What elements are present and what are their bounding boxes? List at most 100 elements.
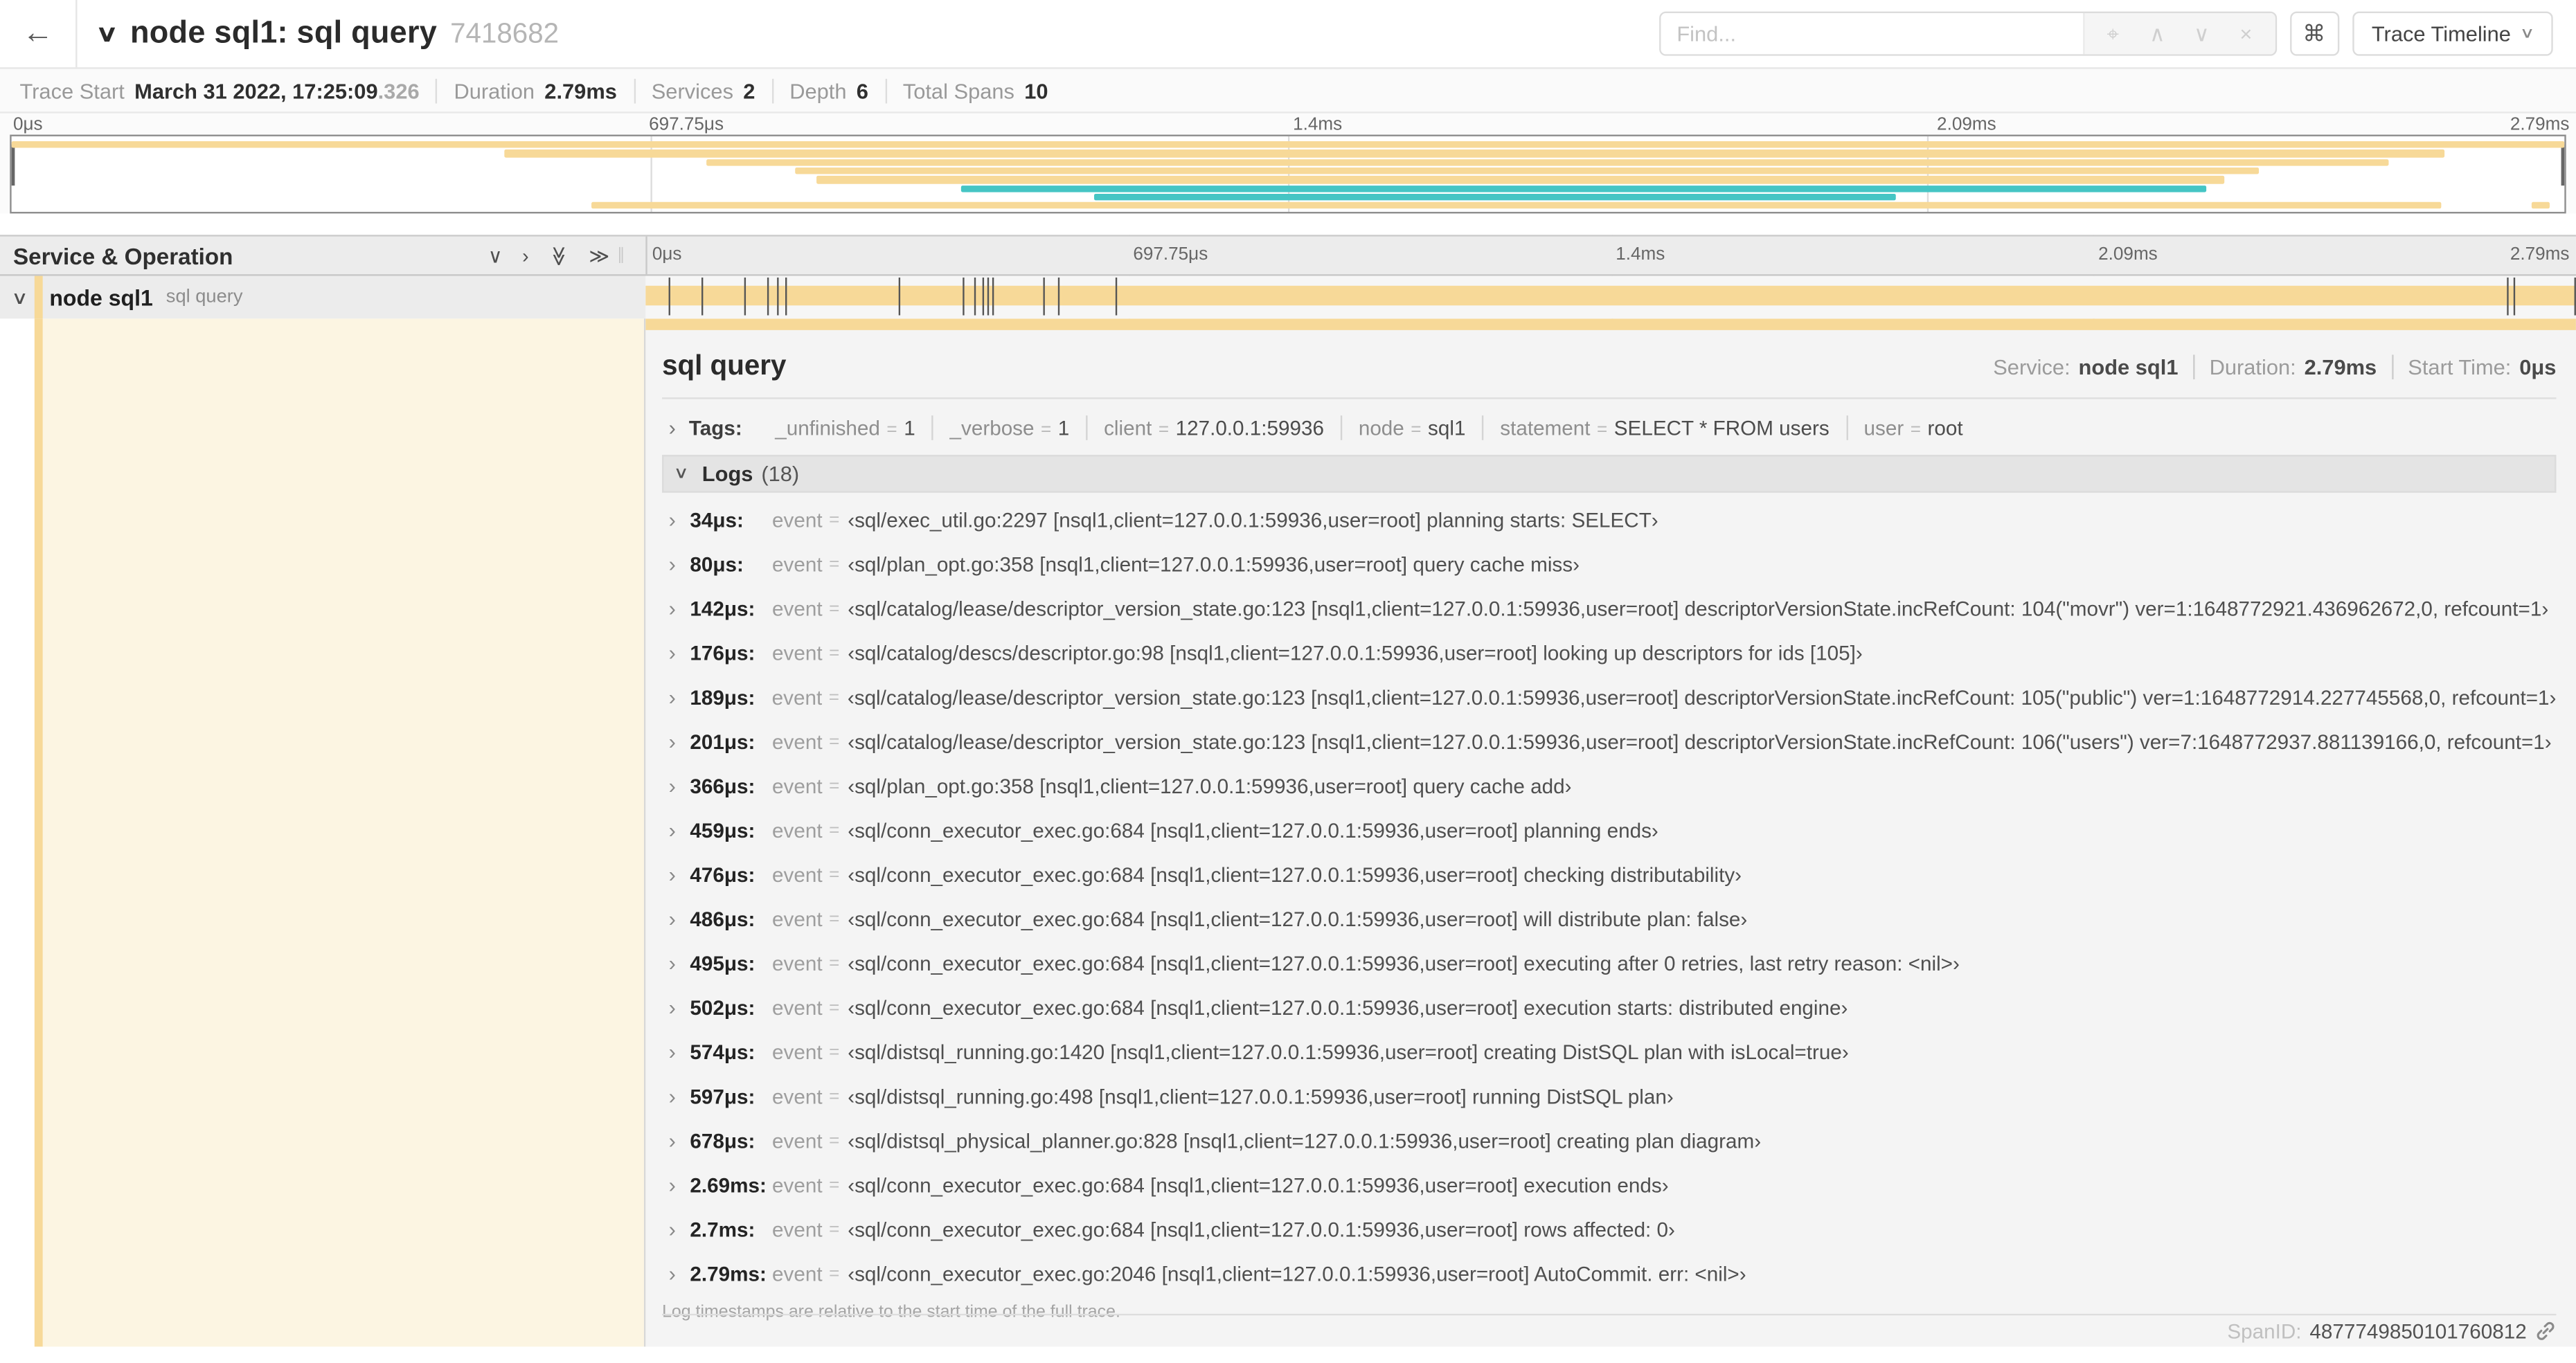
span-timeline-cell[interactable] (645, 276, 2576, 319)
search-input[interactable] (1660, 12, 2083, 55)
log-marker (776, 277, 778, 316)
summary-value: March 31 2022, 17:25:09 (134, 78, 378, 103)
collapse-all-icon[interactable]: ≫ (547, 245, 570, 266)
summary-label: Trace Start (19, 78, 125, 103)
span-detail-header: sql query Service: node sql1 Duration: 2.79… (662, 330, 2557, 399)
summary-label: Depth (789, 78, 847, 103)
log-entry[interactable]: › 597μs: event = ‹sql/distsql_running.go:498… (662, 1074, 2556, 1119)
log-timestamp: 2.79ms: (690, 1262, 767, 1285)
log-entry[interactable]: › 34μs: event = ‹sql/exec_util.go:2297 [nsql… (662, 498, 2556, 542)
tag-value: sql1 (1428, 416, 1466, 440)
span-collapse-icon[interactable]: ∨ (11, 287, 28, 307)
column-resizer[interactable]: ∥ (609, 246, 632, 264)
equals-sign: = (829, 642, 840, 663)
log-entry[interactable]: › 366μs: event = ‹sql/plan_opt.go:358 [nsql1… (662, 764, 2556, 808)
minimap-span-bar (2531, 202, 2550, 210)
chevron-right-icon: › (668, 862, 676, 887)
log-entry[interactable]: › 2.79ms: event = ‹sql/conn_executor_exec.go… (662, 1252, 2556, 1296)
equals-sign: = (829, 1175, 840, 1195)
log-entry[interactable]: › 459μs: event = ‹sql/conn_executor_exec.go:… (662, 808, 2556, 852)
column-divider (645, 236, 647, 275)
log-field-key: event (771, 685, 823, 709)
equals-sign: = (829, 1263, 840, 1284)
log-timestamp: 597μs: (690, 1084, 755, 1108)
chevron-right-icon: › (668, 1039, 676, 1065)
log-marker (2507, 277, 2509, 316)
logs-header[interactable]: ∨ Logs (18) (662, 455, 2557, 493)
back-button[interactable]: ← (0, 0, 78, 68)
chevron-right-icon: › (668, 640, 676, 665)
equals-sign: = (1411, 419, 1422, 440)
service-operation-header: Service & Operation ∨ › ≫ ≫ ∥ (0, 237, 645, 275)
tag-key: statement (1500, 416, 1591, 440)
log-entry[interactable]: › 2.69ms: event = ‹sql/conn_executor_exec.go… (662, 1163, 2556, 1207)
log-entry[interactable]: › 486μs: event = ‹sql/conn_executor_exec.go:… (662, 896, 2556, 941)
minimap-left-handle[interactable] (11, 144, 15, 186)
equals-sign: = (829, 554, 840, 575)
minimap-span-bar (504, 150, 2445, 158)
span-service-name: node sql1 (49, 285, 153, 310)
collapse-one-icon[interactable]: ∨ (488, 244, 503, 267)
trace-summary: Trace Start March 31 2022, 17:25:09.326 Du… (0, 69, 2576, 114)
chevron-right-icon: › (668, 773, 676, 798)
log-timestamp: 34μs: (690, 508, 744, 532)
log-marker (981, 277, 984, 316)
log-timestamp: 176μs: (690, 641, 755, 665)
equals-sign: = (828, 687, 839, 707)
view-options-dropdown[interactable]: Trace Timeline ∨ (2352, 11, 2553, 56)
tag-value: SELECT * FROM users (1613, 416, 1830, 440)
collapse-trace-icon[interactable]: ∨ (96, 19, 118, 47)
log-entry[interactable]: › 502μs: event = ‹sql/conn_executor_exec.go:… (662, 985, 2556, 1029)
log-entry[interactable]: › 80μs: event = ‹sql/plan_opt.go:358 [nsql1,… (662, 542, 2556, 586)
minimap-span-bar (11, 141, 2565, 149)
chevron-right-icon: › (668, 415, 676, 440)
log-entry[interactable]: › 2.7ms: event = ‹sql/conn_executor_exec.go:… (662, 1207, 2556, 1252)
log-field-value: ‹sql/catalog/lease/descriptor_version_st… (848, 730, 2552, 753)
log-marker (701, 277, 703, 316)
link-icon[interactable] (2535, 1320, 2557, 1342)
log-field-value: ‹sql/conn_executor_exec.go:684 [nsql1,cl… (848, 907, 1748, 930)
minimap-canvas[interactable] (10, 134, 2566, 214)
log-entry[interactable]: › 574μs: event = ‹sql/distsql_running.go:142… (662, 1029, 2556, 1074)
summary-item: Services 2 (633, 78, 772, 103)
chevron-down-icon: ∨ (2520, 24, 2536, 42)
log-entry[interactable]: › 142μs: event = ‹sql/catalog/lease/descript… (662, 586, 2556, 631)
log-entry[interactable]: › 201μs: event = ‹sql/catalog/lease/descript… (662, 719, 2556, 764)
next-result-icon[interactable]: ∨ (2179, 13, 2224, 54)
span-row[interactable]: ∨ node sql1 sql query (0, 276, 2576, 319)
log-entry[interactable]: › 476μs: event = ‹sql/conn_executor_exec.go:… (662, 852, 2556, 896)
tags-row[interactable]: › Tags: _unfinished = 1 _verbose = 1 client = 12… (662, 407, 2556, 448)
log-marker (1042, 277, 1045, 316)
expand-one-icon[interactable]: › (522, 244, 528, 267)
view-options-label: Trace Timeline (2371, 21, 2511, 46)
minimap-axis: 0μs 697.75μs 1.4ms 2.09ms 2.79ms (0, 114, 2576, 134)
log-entry[interactable]: › 176μs: event = ‹sql/catalog/descs/descript… (662, 631, 2556, 675)
expand-all-icon[interactable]: ≫ (589, 244, 609, 267)
prev-result-icon[interactable]: ∧ (2135, 13, 2179, 54)
chevron-right-icon: › (668, 685, 676, 710)
log-field-key: event (772, 1084, 823, 1108)
log-entry[interactable]: › 678μs: event = ‹sql/distsql_physical_plann… (662, 1119, 2556, 1163)
locate-icon[interactable]: ⌖ (2091, 13, 2135, 54)
meta-item: Service: node sql1 (1978, 354, 2193, 379)
equals-sign: = (886, 419, 897, 440)
log-entry[interactable]: › 495μs: event = ‹sql/conn_executor_exec.go:… (662, 941, 2556, 985)
span-operation-name: sql query (166, 287, 243, 307)
chevron-right-icon: › (668, 507, 676, 532)
ruler-label: 697.75μs (1133, 244, 1208, 264)
span-name-cell[interactable]: ∨ node sql1 sql query (0, 276, 646, 319)
log-marker (1058, 277, 1061, 316)
log-entry[interactable]: › 189μs: event = ‹sql/catalog/lease/descript… (662, 675, 2557, 719)
trace-timeline-page: ← ∨ node sql1: sql query 7418682 ⌖ ∧ ∨ ×… (0, 0, 2576, 1363)
log-field-value: ‹sql/conn_executor_exec.go:684 [nsql1,cl… (848, 951, 1960, 975)
spanid-value: 4877749850101760812 (2309, 1319, 2527, 1343)
meta-value: 0μs (2519, 354, 2557, 380)
find-group: ⌖ ∧ ∨ × (1658, 11, 2277, 56)
summary-value: 10 (1024, 78, 1048, 103)
chevron-right-icon: › (668, 1083, 676, 1109)
keyboard-shortcuts-button[interactable]: ⌘ (2289, 11, 2339, 56)
equals-sign: = (1597, 419, 1608, 440)
minimap-right-handle[interactable] (2561, 144, 2565, 186)
meta-value: node sql1 (2078, 354, 2179, 380)
clear-search-icon[interactable]: × (2224, 13, 2268, 54)
